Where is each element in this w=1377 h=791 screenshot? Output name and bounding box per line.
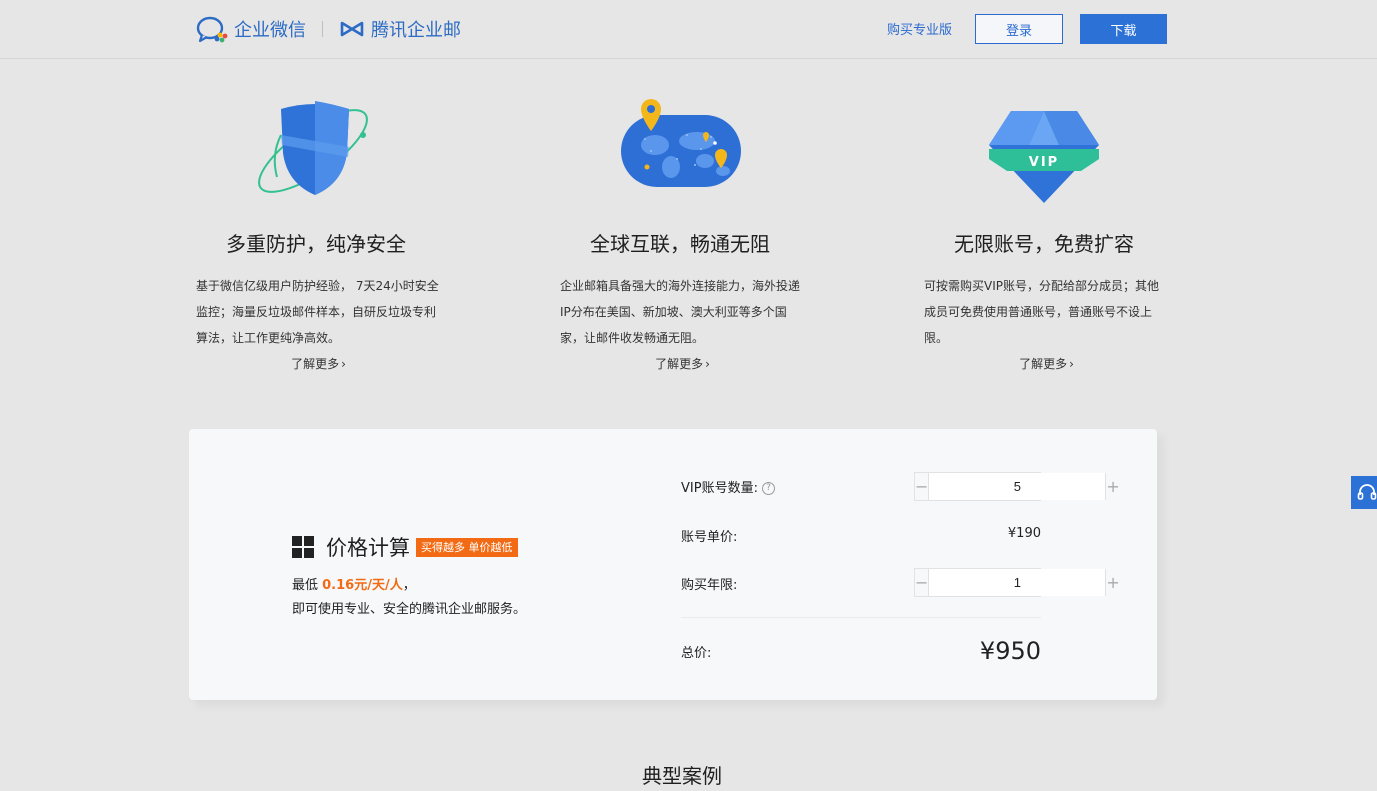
vip-count-label-text: VIP账号数量: xyxy=(681,481,758,496)
price-calculator-card: 价格计算 买得越多 单价越低 最低 0.16元/天/人， 即可使用专业、安全的腾… xyxy=(189,429,1157,700)
wework-logo[interactable]: 企业微信 xyxy=(196,15,306,43)
total-label: 总价: xyxy=(681,646,712,661)
chevron-right-icon: › xyxy=(705,357,710,371)
learn-more-link[interactable]: 了解更多 › xyxy=(924,355,1169,372)
years-stepper: − + xyxy=(914,568,1120,597)
shield-icon xyxy=(258,101,368,195)
svg-text:VIP: VIP xyxy=(1029,155,1059,170)
wework-chat-icon xyxy=(196,16,228,43)
feature-title: 无限账号，免费扩容 xyxy=(954,232,1134,256)
brand-divider xyxy=(322,21,323,37)
years-input[interactable] xyxy=(929,569,1106,596)
vip-diamond-icon: VIP xyxy=(989,111,1099,203)
feature-title: 多重防护，纯净安全 xyxy=(226,232,406,256)
learn-more-label: 了解更多 xyxy=(655,357,704,371)
price-title-row: 价格计算 买得越多 单价越低 xyxy=(292,532,526,562)
price-tag-badge: 买得越多 单价越低 xyxy=(416,537,518,557)
help-icon[interactable]: ? xyxy=(761,482,775,495)
chevron-right-icon: › xyxy=(1069,357,1074,371)
unit-price-label: 账号单价: xyxy=(681,530,738,545)
cases-section-title: 典型案例 xyxy=(642,764,722,788)
minus-button[interactable]: − xyxy=(915,569,930,596)
price-subtitle-prefix: 最低 xyxy=(292,578,323,593)
download-button[interactable]: 下载 xyxy=(1080,14,1167,44)
chevron-right-icon: › xyxy=(341,357,346,371)
feature-desc: 基于微信亿级用户防护经验， 7天24小时安全监控；海量反垃圾邮件样本，自研反垃圾… xyxy=(196,279,439,345)
learn-more-label: 了解更多 xyxy=(291,357,340,371)
total-price-value: ¥950 xyxy=(979,637,1041,665)
calculator-icon xyxy=(292,536,314,558)
exmail-logo[interactable]: 腾讯企业邮 xyxy=(339,16,461,42)
price-subtitle: 最低 0.16元/天/人， xyxy=(292,574,526,593)
brand-logos[interactable]: 企业微信 腾讯企业邮 xyxy=(196,14,461,44)
customer-service-button[interactable] xyxy=(1351,476,1377,509)
learn-more-link[interactable]: 了解更多 › xyxy=(196,355,441,372)
globe-map-icon xyxy=(621,99,741,187)
plus-button[interactable]: + xyxy=(1105,473,1120,500)
unit-price-value: ¥190 xyxy=(1007,526,1041,541)
price-title: 价格计算 xyxy=(326,536,410,560)
price-intro: 价格计算 买得越多 单价越低 最低 0.16元/天/人， 即可使用专业、安全的腾… xyxy=(292,532,526,617)
price-subtitle-suffix: ， xyxy=(402,578,416,593)
wework-brand-text: 企业微信 xyxy=(234,20,306,41)
plus-button[interactable]: + xyxy=(1105,569,1120,596)
feature-title: 全球互联，畅通无阻 xyxy=(590,232,770,256)
headset-icon xyxy=(1357,483,1377,500)
price-divider xyxy=(681,617,1041,618)
learn-more-link[interactable]: 了解更多 › xyxy=(560,355,805,372)
feature-desc: 可按需购买VIP账号，分配给部分成员；其他成员可免费使用普通账号，普通账号不设上… xyxy=(924,279,1159,345)
top-header: 企业微信 腾讯企业邮 购买专业版 登录 下载 xyxy=(0,0,1377,59)
login-button[interactable]: 登录 xyxy=(975,14,1063,44)
price-subtitle-2: 即可使用专业、安全的腾讯企业邮服务。 xyxy=(292,602,527,617)
buy-pro-link[interactable]: 购买专业版 xyxy=(887,19,952,38)
price-per-day-highlight: 0.16元/天/人 xyxy=(322,578,403,593)
vip-count-stepper: − + xyxy=(914,472,1120,501)
exmail-bowtie-icon xyxy=(340,21,364,37)
exmail-brand-text: 腾讯企业邮 xyxy=(371,20,461,41)
feature-desc: 企业邮箱具备强大的海外连接能力，海外投递IP分布在美国、新加坡、澳大利亚等多个国… xyxy=(560,279,801,345)
vip-count-label: VIP账号数量:? xyxy=(681,477,775,496)
minus-button[interactable]: − xyxy=(915,473,930,500)
vip-count-input[interactable] xyxy=(929,473,1106,500)
learn-more-label: 了解更多 xyxy=(1019,357,1068,371)
years-label: 购买年限: xyxy=(681,578,738,593)
